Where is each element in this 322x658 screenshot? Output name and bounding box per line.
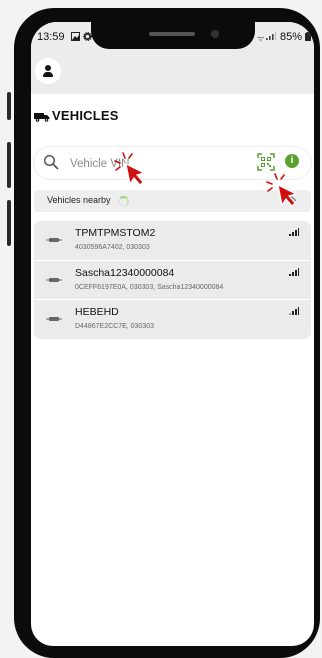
search-icon	[43, 154, 59, 170]
vehicle-details: 4030596A7402, 030303	[75, 244, 150, 251]
page-title: VEHICLES	[52, 108, 119, 123]
truck-icon	[34, 113, 50, 122]
profile-button[interactable]	[35, 58, 61, 84]
tpms-sensor-icon	[46, 238, 62, 242]
vehicle-list-item[interactable]: Sascha12340000084 0CEFF6197E0A, 030303, …	[34, 260, 311, 300]
power-button	[7, 142, 11, 188]
vehicle-list-item[interactable]: HEBEHD D44867E2CC7E, 030303	[34, 299, 311, 339]
status-bar: 13:59 ᯤ 85%	[31, 22, 314, 50]
tap-cursor-icon	[266, 173, 298, 207]
info-icon[interactable]: i	[285, 154, 299, 168]
vehicle-list: TPMTPMSTOM2 4030596A7402, 030303 Sascha1…	[34, 221, 311, 339]
battery-text: 85%	[279, 31, 302, 43]
vehicle-details: D44867E2CC7E, 030303	[75, 323, 155, 330]
image-icon	[71, 32, 80, 44]
vehicle-list-item[interactable]: TPMTPMSTOM2 4030596A7402, 030303	[34, 221, 311, 260]
signal-strength-icon	[289, 228, 299, 236]
vehicle-name: HEBEHD	[75, 306, 119, 318]
side-button	[7, 200, 11, 246]
vehicle-name: TPMTPMSTOM2	[75, 227, 156, 239]
volume-button	[7, 92, 11, 120]
status-time: 13:59	[37, 31, 65, 43]
wifi-icon: ᯤ	[257, 34, 265, 43]
tpms-sensor-icon	[46, 278, 62, 282]
tpms-sensor-icon	[46, 317, 62, 321]
signal-strength-icon	[289, 307, 299, 315]
app-screen: 13:59 ᯤ 85% VEHICLES Vehicle VIN i Vehic…	[31, 22, 314, 646]
vehicle-details: 0CEFF6197E0A, 030303, Sascha12340000084	[75, 284, 224, 291]
signal-icon	[266, 32, 276, 43]
vin-search-input[interactable]	[68, 153, 242, 175]
loading-spinner-icon	[118, 196, 129, 207]
camera-notch	[91, 22, 255, 49]
vehicles-nearby-label: Vehicles nearby	[47, 195, 111, 205]
qr-scan-icon[interactable]	[257, 153, 275, 171]
top-app-bar	[31, 50, 314, 94]
tap-cursor-icon	[114, 152, 146, 186]
signal-strength-icon	[289, 268, 299, 276]
vehicle-name: Sascha12340000084	[75, 267, 175, 279]
battery-icon	[305, 32, 311, 44]
